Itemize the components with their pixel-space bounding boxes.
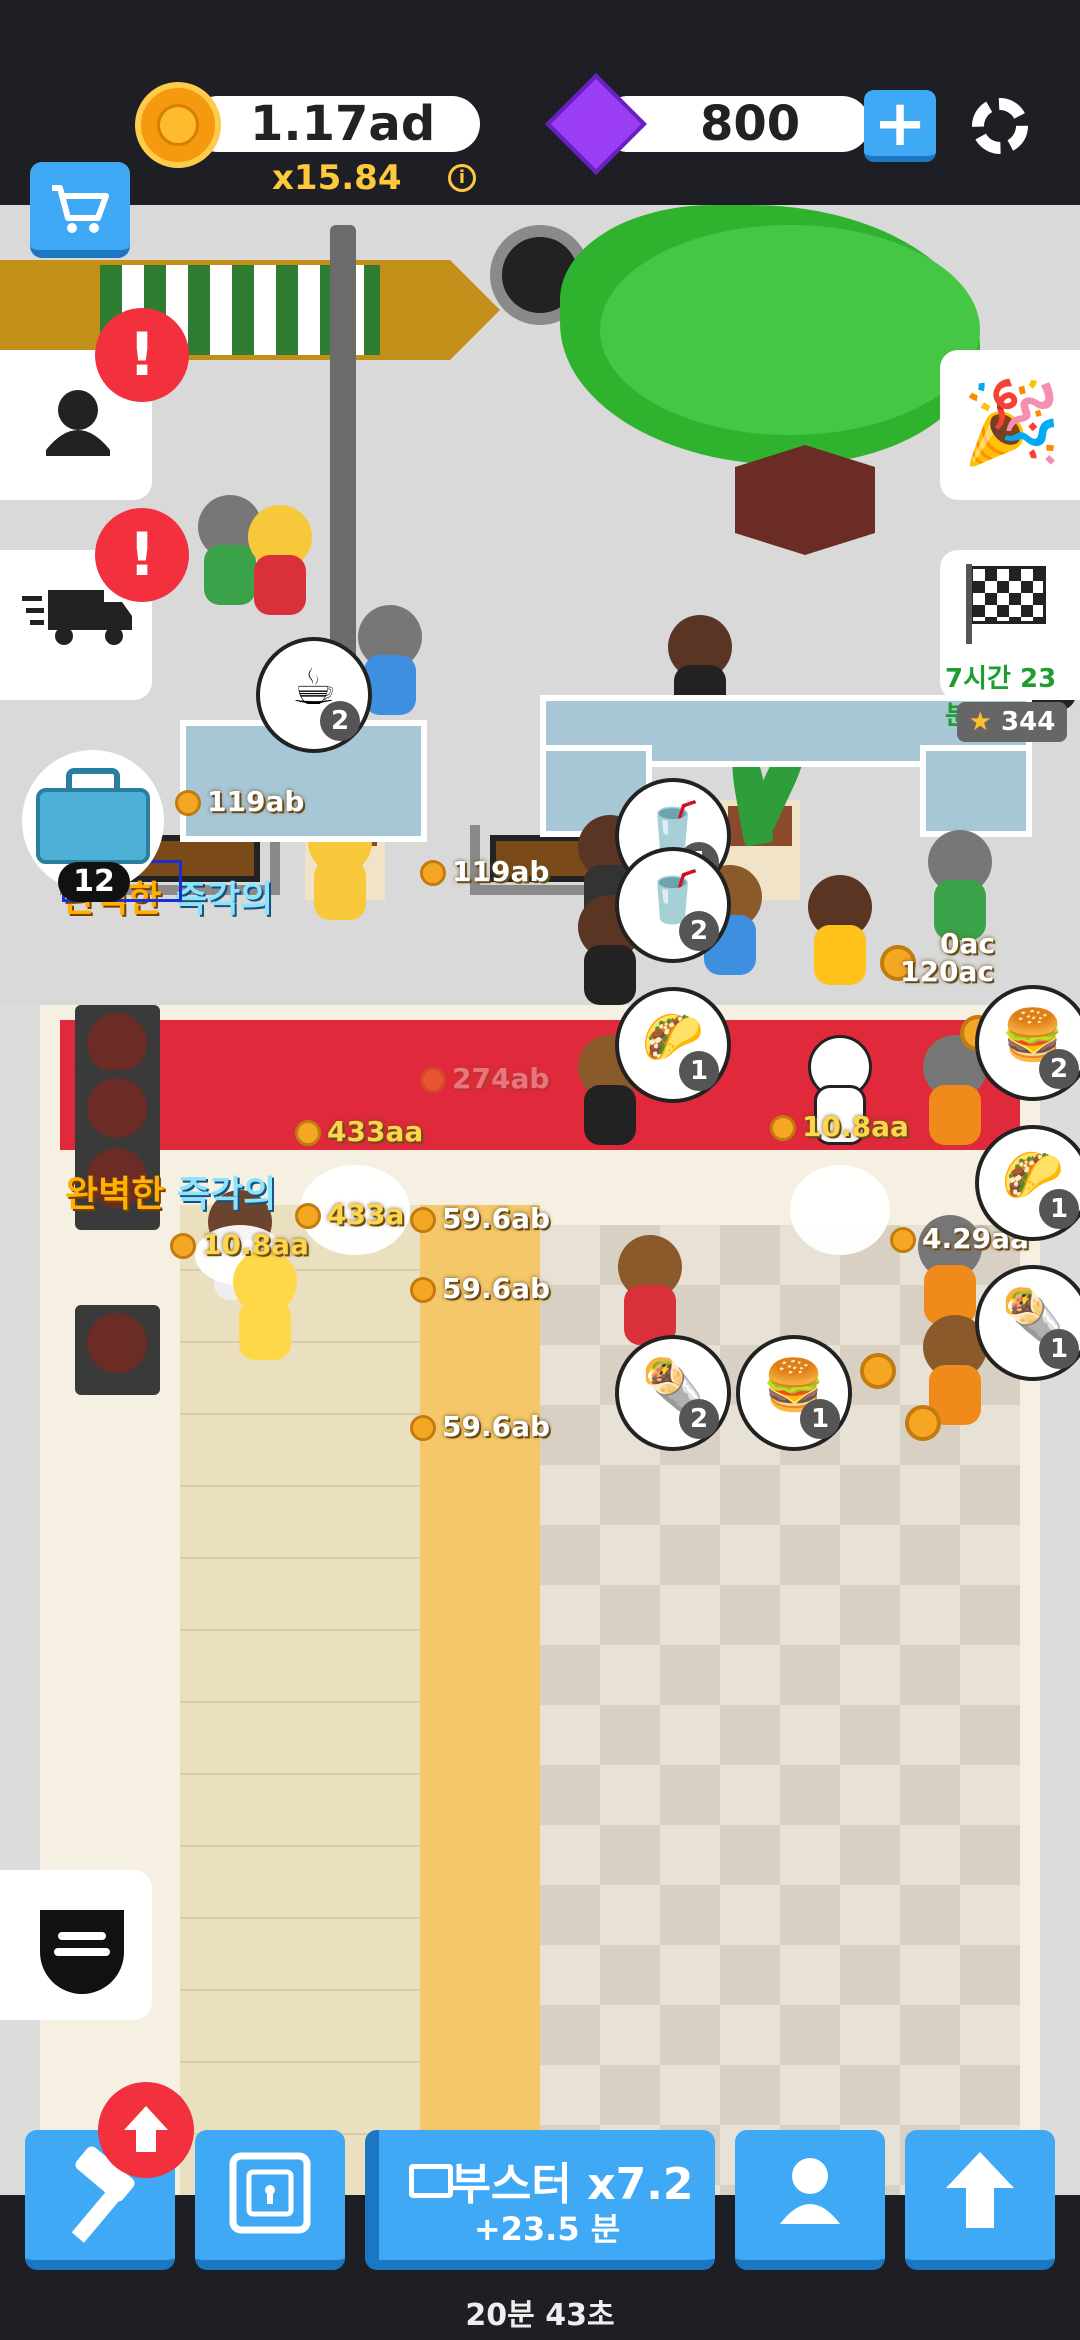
booster-button[interactable]: 부스터 x7.2 +23.5 분 bbox=[365, 2130, 715, 2270]
coin-pickup[interactable] bbox=[860, 1353, 896, 1389]
order-bubble-wrap[interactable]: 🌯 2 bbox=[615, 1335, 731, 1451]
vault-button[interactable] bbox=[195, 2130, 345, 2270]
grill-station[interactable] bbox=[75, 1305, 160, 1395]
income-label: 119ab bbox=[420, 855, 549, 889]
party-button[interactable]: 🎉 bbox=[940, 350, 1080, 500]
booster-label: 부스터 x7.2 bbox=[450, 2159, 694, 2210]
arrow-up-icon bbox=[946, 2152, 1014, 2228]
arrow-up-icon bbox=[124, 2106, 168, 2152]
booster-timer: 20분 43초 bbox=[465, 2298, 615, 2333]
customer[interactable] bbox=[800, 875, 880, 995]
tree-trunk bbox=[735, 445, 875, 555]
order-bubble-taco[interactable]: 🌮 1 bbox=[975, 1125, 1080, 1241]
staff-alert-badge: ! bbox=[95, 308, 189, 402]
upgrade-button[interactable] bbox=[905, 2130, 1055, 2270]
info-icon[interactable]: i bbox=[448, 164, 476, 192]
plus-icon: + bbox=[873, 87, 927, 161]
checkered-flag-icon bbox=[970, 566, 1046, 624]
toolbox-count: 12 bbox=[58, 862, 130, 902]
top-hud: 1.17ad x15.84 i 800 + bbox=[0, 0, 1080, 205]
window bbox=[920, 745, 1032, 837]
income-label: 274ab bbox=[420, 1062, 549, 1096]
tree-foliage bbox=[600, 225, 980, 435]
coin-icon bbox=[135, 82, 221, 168]
order-bubble-taco[interactable]: 🌮 1 bbox=[615, 987, 731, 1103]
coin-counter: 1.17ad bbox=[190, 96, 480, 152]
booster-duration: +23.5 분 bbox=[473, 2210, 621, 2248]
menu-button[interactable] bbox=[0, 1870, 152, 2020]
perfect-instant-text: 완벽한 즉각의 bbox=[65, 1174, 277, 1215]
game-world[interactable]: 119ab 119ab 120ac 0ac 274ab 433aa 10.8aa… bbox=[0, 205, 1080, 2195]
burger-menu-icon bbox=[40, 1910, 124, 1994]
income-label: 10.8aa bbox=[170, 1228, 309, 1262]
income-label: 59.6ab bbox=[410, 1272, 550, 1306]
event-star-badge: ★ 344 bbox=[957, 702, 1067, 742]
build-alert-badge bbox=[98, 2082, 194, 2178]
service-counter bbox=[420, 1205, 540, 2195]
customer[interactable] bbox=[240, 505, 320, 625]
order-bubble-burger[interactable]: 🍔 2 bbox=[975, 985, 1080, 1101]
toolbox-icon bbox=[36, 788, 150, 864]
star-icon: ★ bbox=[968, 707, 992, 737]
gem-amount: 800 bbox=[700, 96, 801, 152]
delivery-alert-badge: ! bbox=[95, 508, 189, 602]
order-bubble-coffee[interactable]: ☕ 2 bbox=[256, 637, 372, 753]
income-label: 59.6ab bbox=[410, 1410, 550, 1444]
income-multiplier: x15.84 bbox=[272, 158, 402, 198]
income-label: 0ac bbox=[940, 927, 995, 960]
cart-icon bbox=[52, 185, 109, 233]
gear-icon-center bbox=[988, 114, 1012, 138]
party-popper-icon: 🎉 bbox=[962, 376, 1062, 469]
coin-pickup[interactable] bbox=[905, 1405, 941, 1441]
profile-button[interactable] bbox=[735, 2130, 885, 2270]
coin-amount: 1.17ad bbox=[250, 96, 436, 152]
customer[interactable] bbox=[225, 1250, 305, 1370]
add-gems-button[interactable]: + bbox=[864, 90, 936, 162]
income-label: 10.8aa bbox=[770, 1110, 909, 1144]
order-bubble-burger[interactable]: 🍔 1 bbox=[736, 1335, 852, 1451]
income-label: 119ab bbox=[175, 785, 304, 819]
order-bubble-soda[interactable]: 🥤 2 bbox=[615, 847, 731, 963]
person-icon bbox=[780, 2158, 840, 2224]
smoke-effect bbox=[790, 1165, 890, 1255]
income-label: 433aa bbox=[295, 1115, 423, 1149]
income-label: 433a bbox=[295, 1198, 404, 1232]
income-label: 59.6ab bbox=[410, 1202, 550, 1236]
gem-icon bbox=[545, 73, 647, 175]
order-bubble-wrap[interactable]: 🌯 1 bbox=[975, 1265, 1080, 1381]
shop-button[interactable] bbox=[30, 162, 130, 258]
safe-icon bbox=[229, 2152, 311, 2234]
